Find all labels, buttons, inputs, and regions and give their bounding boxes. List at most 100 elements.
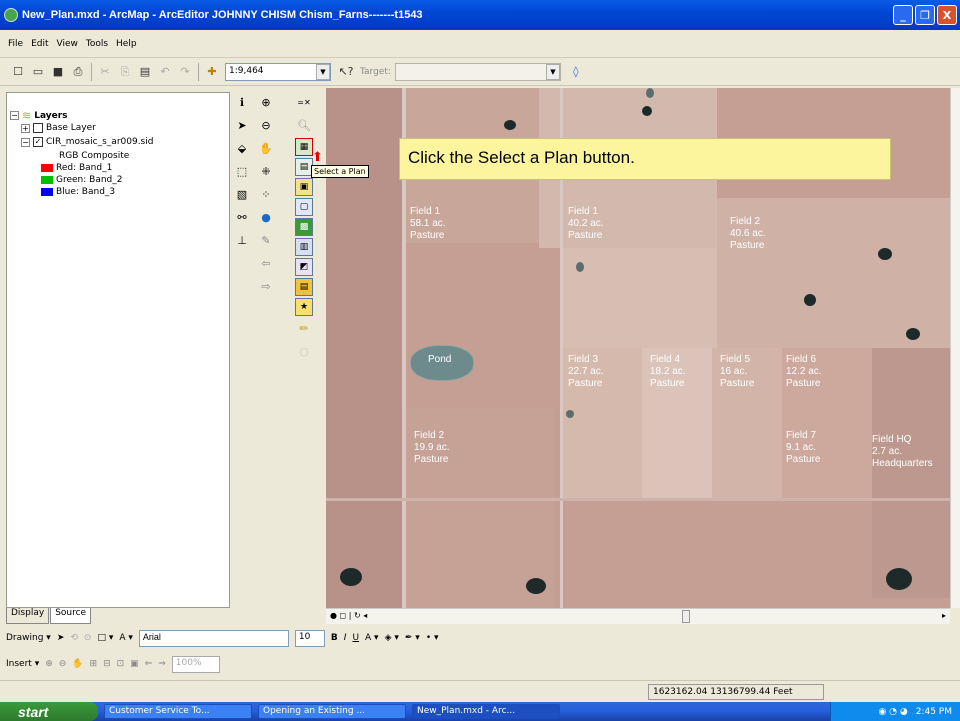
paste-icon[interactable]: ▤: [135, 62, 155, 82]
menu-view[interactable]: View: [57, 39, 78, 49]
toc-layer-mosaic[interactable]: − ✓ CIR_mosaic_s_ar009.sid: [21, 137, 153, 147]
zoom-whole-page-layout-icon[interactable]: ⊡: [117, 659, 125, 669]
forward-extent-icon[interactable]: ⇨: [256, 276, 276, 297]
go-back-extent-icon[interactable]: ⇐: [145, 659, 153, 669]
copy-icon[interactable]: ⎘: [115, 62, 135, 82]
fill-color-icon[interactable]: ◈ ▾: [385, 633, 399, 643]
new-text-icon[interactable]: A ▾: [119, 633, 133, 643]
layout-zoom-select[interactable]: 100%: [171, 655, 220, 673]
target-layer-select[interactable]: [394, 62, 561, 81]
marker-color-icon[interactable]: • ▾: [426, 633, 439, 643]
layer-checkbox-unchecked[interactable]: [33, 123, 43, 133]
insert-menu[interactable]: Insert ▾: [6, 659, 39, 669]
rectangle-tool-icon[interactable]: □ ▾: [97, 633, 113, 643]
zoom-in-icon[interactable]: ⊕: [256, 92, 276, 113]
tree-cluster: [906, 328, 920, 340]
underline-button[interactable]: U: [352, 633, 359, 643]
scroll-thumb[interactable]: [682, 610, 690, 623]
map-horizontal-scrollbar[interactable]: ● ◻ | ↻ ◂ ▸: [326, 608, 950, 624]
taskbar-item-new-plan[interactable]: New_Plan.mxd - Arc...: [412, 704, 560, 719]
back-extent-icon[interactable]: ⇦: [256, 253, 276, 274]
pencil-icon[interactable]: ✏: [294, 318, 314, 339]
toc-layer-base[interactable]: + Base Layer: [21, 123, 96, 133]
full-extent-globe-icon[interactable]: ●: [256, 207, 276, 228]
map-vertical-scrollbar[interactable]: [950, 88, 960, 608]
scale-dropdown-arrow-icon[interactable]: ▼: [316, 63, 330, 80]
font-name-select[interactable]: Arial: [138, 629, 289, 647]
circle-tool-icon[interactable]: ○: [294, 341, 314, 362]
fixed-zoom-in-layout-icon[interactable]: ⊞: [90, 659, 98, 669]
layers-icon: ≋: [22, 109, 32, 122]
print-icon[interactable]: ⎙: [68, 62, 88, 82]
tab-source[interactable]: Source: [50, 608, 92, 624]
fixed-zoom-out-icon[interactable]: ⁘: [256, 184, 276, 205]
fixed-zoom-out-layout-icon[interactable]: ⊟: [103, 659, 111, 669]
zoom-100-icon[interactable]: ▣: [130, 659, 139, 669]
select-elements-icon[interactable]: ⬚: [232, 161, 252, 182]
layout-view-icons[interactable]: ● ◻ | ↻ ◂: [330, 611, 367, 620]
plan-tool-7-icon[interactable]: ◩: [295, 258, 313, 276]
select-a-plan-button[interactable]: ▦: [295, 138, 313, 156]
plan-toolbar-close-icon[interactable]: =✕: [294, 92, 314, 113]
start-button[interactable]: start: [0, 702, 98, 721]
menu-file[interactable]: File: [8, 39, 23, 49]
new-document-icon[interactable]: ☐: [8, 62, 28, 82]
plan-tool-4-icon[interactable]: ▢: [295, 198, 313, 216]
plan-search-icon[interactable]: 🔍︎: [294, 115, 314, 136]
layer-checkbox-checked[interactable]: ✓: [33, 137, 43, 147]
plan-tool-8-icon[interactable]: ▤: [295, 278, 313, 296]
clear-selection-icon[interactable]: ▧: [232, 184, 252, 205]
select-features-icon[interactable]: ⬙: [232, 138, 252, 159]
undo-icon[interactable]: ↶: [155, 62, 175, 82]
go-forward-extent-icon[interactable]: ⇒: [158, 659, 166, 669]
taskbar-item-customer-service[interactable]: Customer Service To...: [104, 704, 252, 719]
zoom-out-icon[interactable]: ⊖: [256, 115, 276, 136]
expand-icon[interactable]: +: [21, 123, 30, 133]
select-arrow-icon[interactable]: ➤: [232, 115, 252, 136]
save-icon[interactable]: ■: [48, 62, 68, 82]
maximize-button[interactable]: ❐: [915, 5, 935, 25]
find-binoculars-icon[interactable]: ⚯: [232, 207, 252, 228]
identify-icon[interactable]: ℹ: [232, 92, 252, 113]
select-elements-arrow-icon[interactable]: ➤: [57, 633, 65, 643]
font-size-select[interactable]: 10: [294, 629, 325, 647]
collapse-icon[interactable]: −: [10, 111, 19, 120]
collapse-icon[interactable]: −: [21, 137, 30, 147]
close-button[interactable]: X: [937, 5, 957, 25]
rotate-icon[interactable]: ⟲: [70, 633, 78, 643]
bold-button[interactable]: B: [331, 633, 338, 643]
fixed-zoom-in-icon[interactable]: ⁜: [256, 161, 276, 182]
open-folder-icon[interactable]: ▭: [28, 62, 48, 82]
menu-help[interactable]: Help: [116, 39, 137, 49]
redo-icon[interactable]: ↷: [175, 62, 195, 82]
scroll-right-arrow-icon[interactable]: ▸: [942, 611, 946, 620]
pan-hand-icon[interactable]: ✋: [256, 138, 276, 159]
plan-star-icon[interactable]: ★: [295, 298, 313, 316]
target-dropdown-arrow-icon[interactable]: ▼: [545, 63, 560, 80]
tray-icons[interactable]: ◉ ◔ ◕: [878, 707, 907, 717]
drawing-menu[interactable]: Drawing ▾: [6, 633, 51, 643]
whats-this-help-icon[interactable]: ↖?: [336, 62, 356, 82]
toc-root[interactable]: − ≋ Layers: [10, 109, 68, 122]
add-data-icon[interactable]: ✚: [202, 62, 222, 82]
minimize-button[interactable]: _: [893, 5, 913, 25]
line-color-icon[interactable]: ✒ ▾: [405, 633, 420, 643]
zoom-whole-page-icon[interactable]: ⊙: [84, 633, 92, 643]
italic-button[interactable]: I: [344, 633, 347, 643]
plan-tool-5-icon[interactable]: ▩: [295, 218, 313, 236]
standard-toolbar: ☐ ▭ ■ ⎙ ✂ ⎘ ▤ ↶ ↷ ✚ 1:9,464 ▼ ↖? Target:…: [0, 58, 960, 86]
cut-icon[interactable]: ✂: [95, 62, 115, 82]
measure-icon[interactable]: ⊥: [232, 230, 252, 251]
menu-tools[interactable]: Tools: [86, 39, 108, 49]
tab-display[interactable]: Display: [6, 608, 50, 624]
menu-edit[interactable]: Edit: [31, 39, 48, 49]
layout-zoom-in-icon[interactable]: ⊕: [45, 659, 53, 669]
go-to-xy-icon[interactable]: ✎: [256, 230, 276, 251]
layout-zoom-out-icon[interactable]: ⊖: [59, 659, 67, 669]
layout-pan-icon[interactable]: ✋: [72, 659, 83, 669]
plan-tool-3-icon[interactable]: ▣: [295, 178, 313, 196]
editor-tool-icon[interactable]: ◊: [566, 62, 586, 82]
font-color-icon[interactable]: A ▾: [365, 633, 379, 643]
taskbar-item-opening-existing[interactable]: Opening an Existing ...: [258, 704, 406, 719]
plan-tool-6-icon[interactable]: ▥: [295, 238, 313, 256]
